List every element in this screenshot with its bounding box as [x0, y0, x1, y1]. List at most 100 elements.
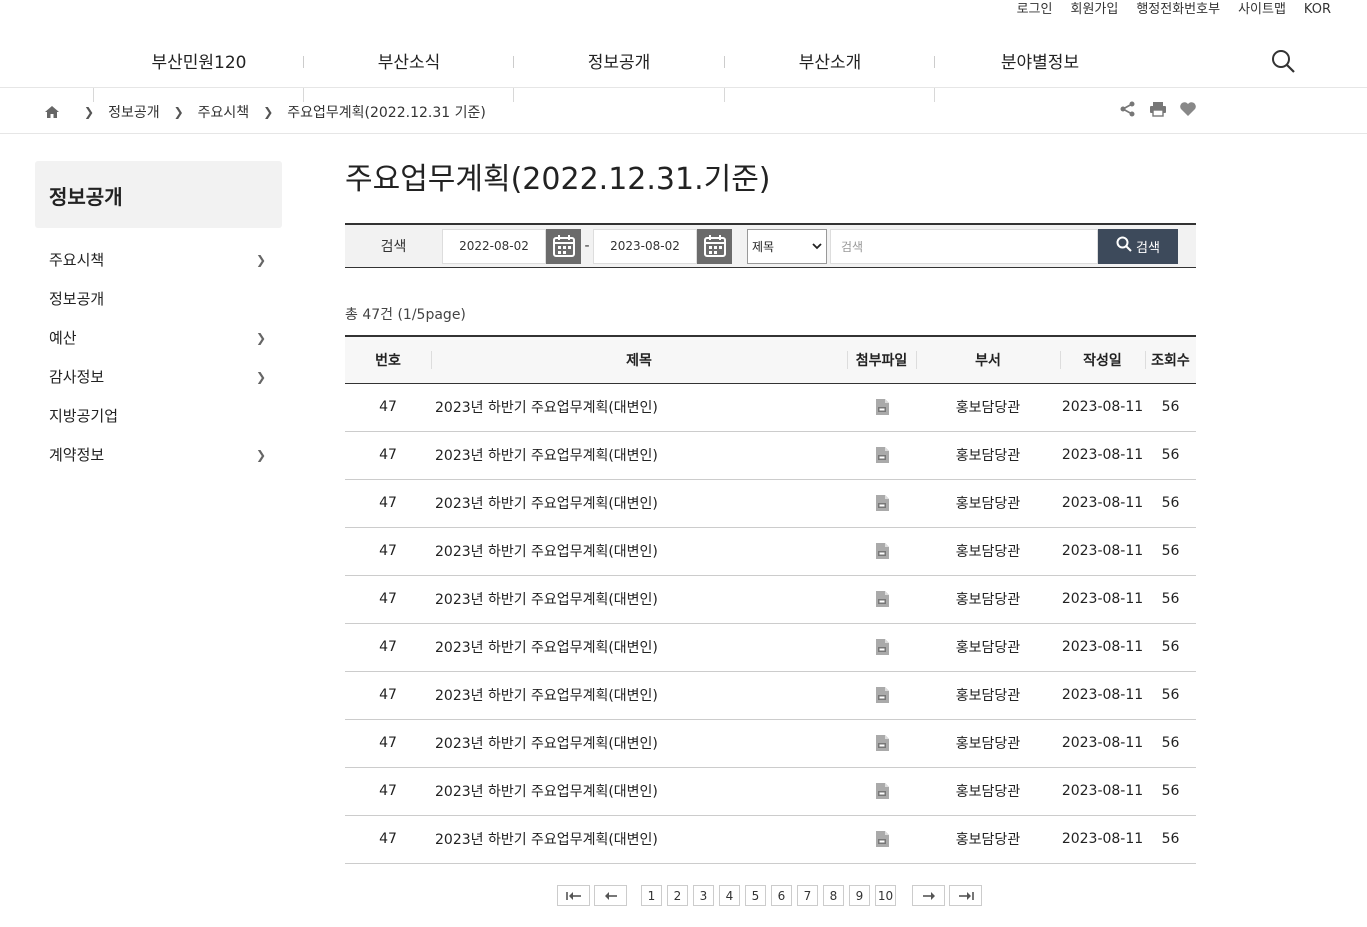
share-icon[interactable]: [1119, 100, 1137, 118]
attachment-cell[interactable]: [847, 767, 916, 816]
search-button[interactable]: 검색: [1098, 228, 1178, 264]
row-title-link[interactable]: 2023년 하반기 주요업무계획(대변인): [431, 767, 847, 816]
row-department: 홍보담당관: [916, 575, 1060, 624]
row-title-link[interactable]: 2023년 하반기 주요업무계획(대변인): [431, 431, 847, 480]
sitemap-link[interactable]: 사이트맵: [1238, 0, 1286, 20]
page-button[interactable]: 2: [667, 885, 688, 906]
side-nav-item[interactable]: 주요시책 ❯: [35, 240, 282, 279]
last-page-icon[interactable]: [949, 885, 982, 906]
file-icon[interactable]: [873, 734, 891, 752]
date-to-input[interactable]: 2023-08-02: [593, 228, 697, 264]
row-title-link[interactable]: 2023년 하반기 주요업무계획(대변인): [431, 383, 847, 432]
language-link[interactable]: KOR: [1304, 0, 1331, 20]
nav-item-about[interactable]: 부산소개: [730, 48, 930, 73]
page-button[interactable]: 5: [745, 885, 766, 906]
page-button[interactable]: 10: [875, 885, 896, 906]
prev-page-icon[interactable]: [594, 885, 627, 906]
search-input[interactable]: 검색: [830, 228, 1098, 264]
print-icon[interactable]: [1149, 100, 1167, 118]
column-header: 부서: [916, 336, 1060, 384]
page-button[interactable]: 3: [693, 885, 714, 906]
attachment-cell[interactable]: [847, 623, 916, 672]
file-icon[interactable]: [873, 542, 891, 560]
table-row[interactable]: 47 2023년 하반기 주요업무계획(대변인) 홍보담당관 2023-08-11 56: [345, 815, 1196, 864]
breadcrumb-item[interactable]: 주요시책: [198, 102, 250, 122]
table-row[interactable]: 47 2023년 하반기 주요업무계획(대변인) 홍보담당관 2023-08-11 56: [345, 479, 1196, 528]
row-number: 47: [345, 431, 431, 480]
pagination: 1 2 3 4 5 6 7 8 9 10: [557, 885, 982, 906]
attachment-cell[interactable]: [847, 479, 916, 528]
calendar-icon[interactable]: [546, 228, 581, 264]
attachment-cell[interactable]: [847, 383, 916, 432]
side-nav-label: 감사정보: [49, 368, 105, 386]
divider: [916, 351, 917, 369]
next-page-icon[interactable]: [912, 885, 945, 906]
attachment-cell[interactable]: [847, 815, 916, 864]
row-title-link[interactable]: 2023년 하반기 주요업무계획(대변인): [431, 719, 847, 768]
side-nav-item[interactable]: 계약정보 ❯: [35, 435, 282, 474]
row-department: 홍보담당관: [916, 383, 1060, 432]
row-title-link[interactable]: 2023년 하반기 주요업무계획(대변인): [431, 815, 847, 864]
table-row[interactable]: 47 2023년 하반기 주요업무계획(대변인) 홍보담당관 2023-08-11 56: [345, 431, 1196, 480]
row-title-link[interactable]: 2023년 하반기 주요업무계획(대변인): [431, 479, 847, 528]
row-department: 홍보담당관: [916, 767, 1060, 816]
first-page-icon[interactable]: [557, 885, 590, 906]
row-views: 56: [1145, 575, 1196, 624]
row-title-link[interactable]: 2023년 하반기 주요업무계획(대변인): [431, 575, 847, 624]
row-title-link[interactable]: 2023년 하반기 주요업무계획(대변인): [431, 671, 847, 720]
page-button[interactable]: 6: [771, 885, 792, 906]
page-button[interactable]: 9: [849, 885, 870, 906]
heart-icon[interactable]: [1179, 100, 1197, 118]
calendar-icon[interactable]: [697, 228, 732, 264]
file-icon[interactable]: [873, 398, 891, 416]
breadcrumb-item[interactable]: 정보공개: [108, 102, 160, 122]
side-nav-item[interactable]: 정보공개: [35, 279, 282, 318]
column-header-label: 부서: [975, 352, 1001, 369]
file-icon[interactable]: [873, 638, 891, 656]
search-bar: 검색 2022-08-02 - 2023-08-02 제목 검색 검색: [345, 223, 1196, 268]
table-row[interactable]: 47 2023년 하반기 주요업무계획(대변인) 홍보담당관 2023-08-11 56: [345, 575, 1196, 624]
file-icon[interactable]: [873, 494, 891, 512]
attachment-cell[interactable]: [847, 527, 916, 576]
table-row[interactable]: 47 2023년 하반기 주요업무계획(대변인) 홍보담당관 2023-08-11 56: [345, 623, 1196, 672]
page-button[interactable]: 7: [797, 885, 818, 906]
row-date: 2023-08-11: [1060, 719, 1145, 768]
nav-item-fields[interactable]: 분야별정보: [940, 48, 1140, 73]
table-row[interactable]: 47 2023년 하반기 주요업무계획(대변인) 홍보담당관 2023-08-11 56: [345, 527, 1196, 576]
home-icon[interactable]: [44, 104, 60, 120]
nav-item-info[interactable]: 정보공개: [519, 48, 719, 73]
attachment-cell[interactable]: [847, 671, 916, 720]
column-header: 조회수: [1145, 336, 1196, 384]
search-field-select[interactable]: 제목: [747, 228, 827, 264]
file-icon[interactable]: [873, 782, 891, 800]
file-icon[interactable]: [873, 590, 891, 608]
file-icon[interactable]: [873, 686, 891, 704]
row-date: 2023-08-11: [1060, 623, 1145, 672]
side-nav-item[interactable]: 지방공기업: [35, 396, 282, 435]
page-button[interactable]: 8: [823, 885, 844, 906]
file-icon[interactable]: [873, 446, 891, 464]
search-icon[interactable]: [1270, 48, 1296, 74]
page-button[interactable]: 1: [641, 885, 662, 906]
login-link[interactable]: 로그인: [1017, 0, 1053, 20]
side-nav-item[interactable]: 감사정보 ❯: [35, 357, 282, 396]
table-row[interactable]: 47 2023년 하반기 주요업무계획(대변인) 홍보담당관 2023-08-11 56: [345, 767, 1196, 816]
signup-link[interactable]: 회원가입: [1070, 0, 1118, 20]
attachment-cell[interactable]: [847, 719, 916, 768]
page-button[interactable]: 4: [719, 885, 740, 906]
side-nav-item[interactable]: 예산 ❯: [35, 318, 282, 357]
attachment-cell[interactable]: [847, 431, 916, 480]
nav-item-news[interactable]: 부산소식: [309, 48, 509, 73]
table-row[interactable]: 47 2023년 하반기 주요업무계획(대변인) 홍보담당관 2023-08-11 56: [345, 383, 1196, 432]
phonebook-link[interactable]: 행정전화번호부: [1136, 0, 1220, 20]
attachment-cell[interactable]: [847, 575, 916, 624]
date-from-input[interactable]: 2022-08-02: [442, 228, 546, 264]
row-title-link[interactable]: 2023년 하반기 주요업무계획(대변인): [431, 527, 847, 576]
table-row[interactable]: 47 2023년 하반기 주요업무계획(대변인) 홍보담당관 2023-08-11 56: [345, 719, 1196, 768]
nav-item-civil[interactable]: 부산민원120: [99, 48, 299, 73]
row-title-link[interactable]: 2023년 하반기 주요업무계획(대변인): [431, 623, 847, 672]
file-icon[interactable]: [873, 830, 891, 848]
date-separator: -: [584, 238, 590, 254]
table-row[interactable]: 47 2023년 하반기 주요업무계획(대변인) 홍보담당관 2023-08-11 56: [345, 671, 1196, 720]
row-number: 47: [345, 767, 431, 816]
